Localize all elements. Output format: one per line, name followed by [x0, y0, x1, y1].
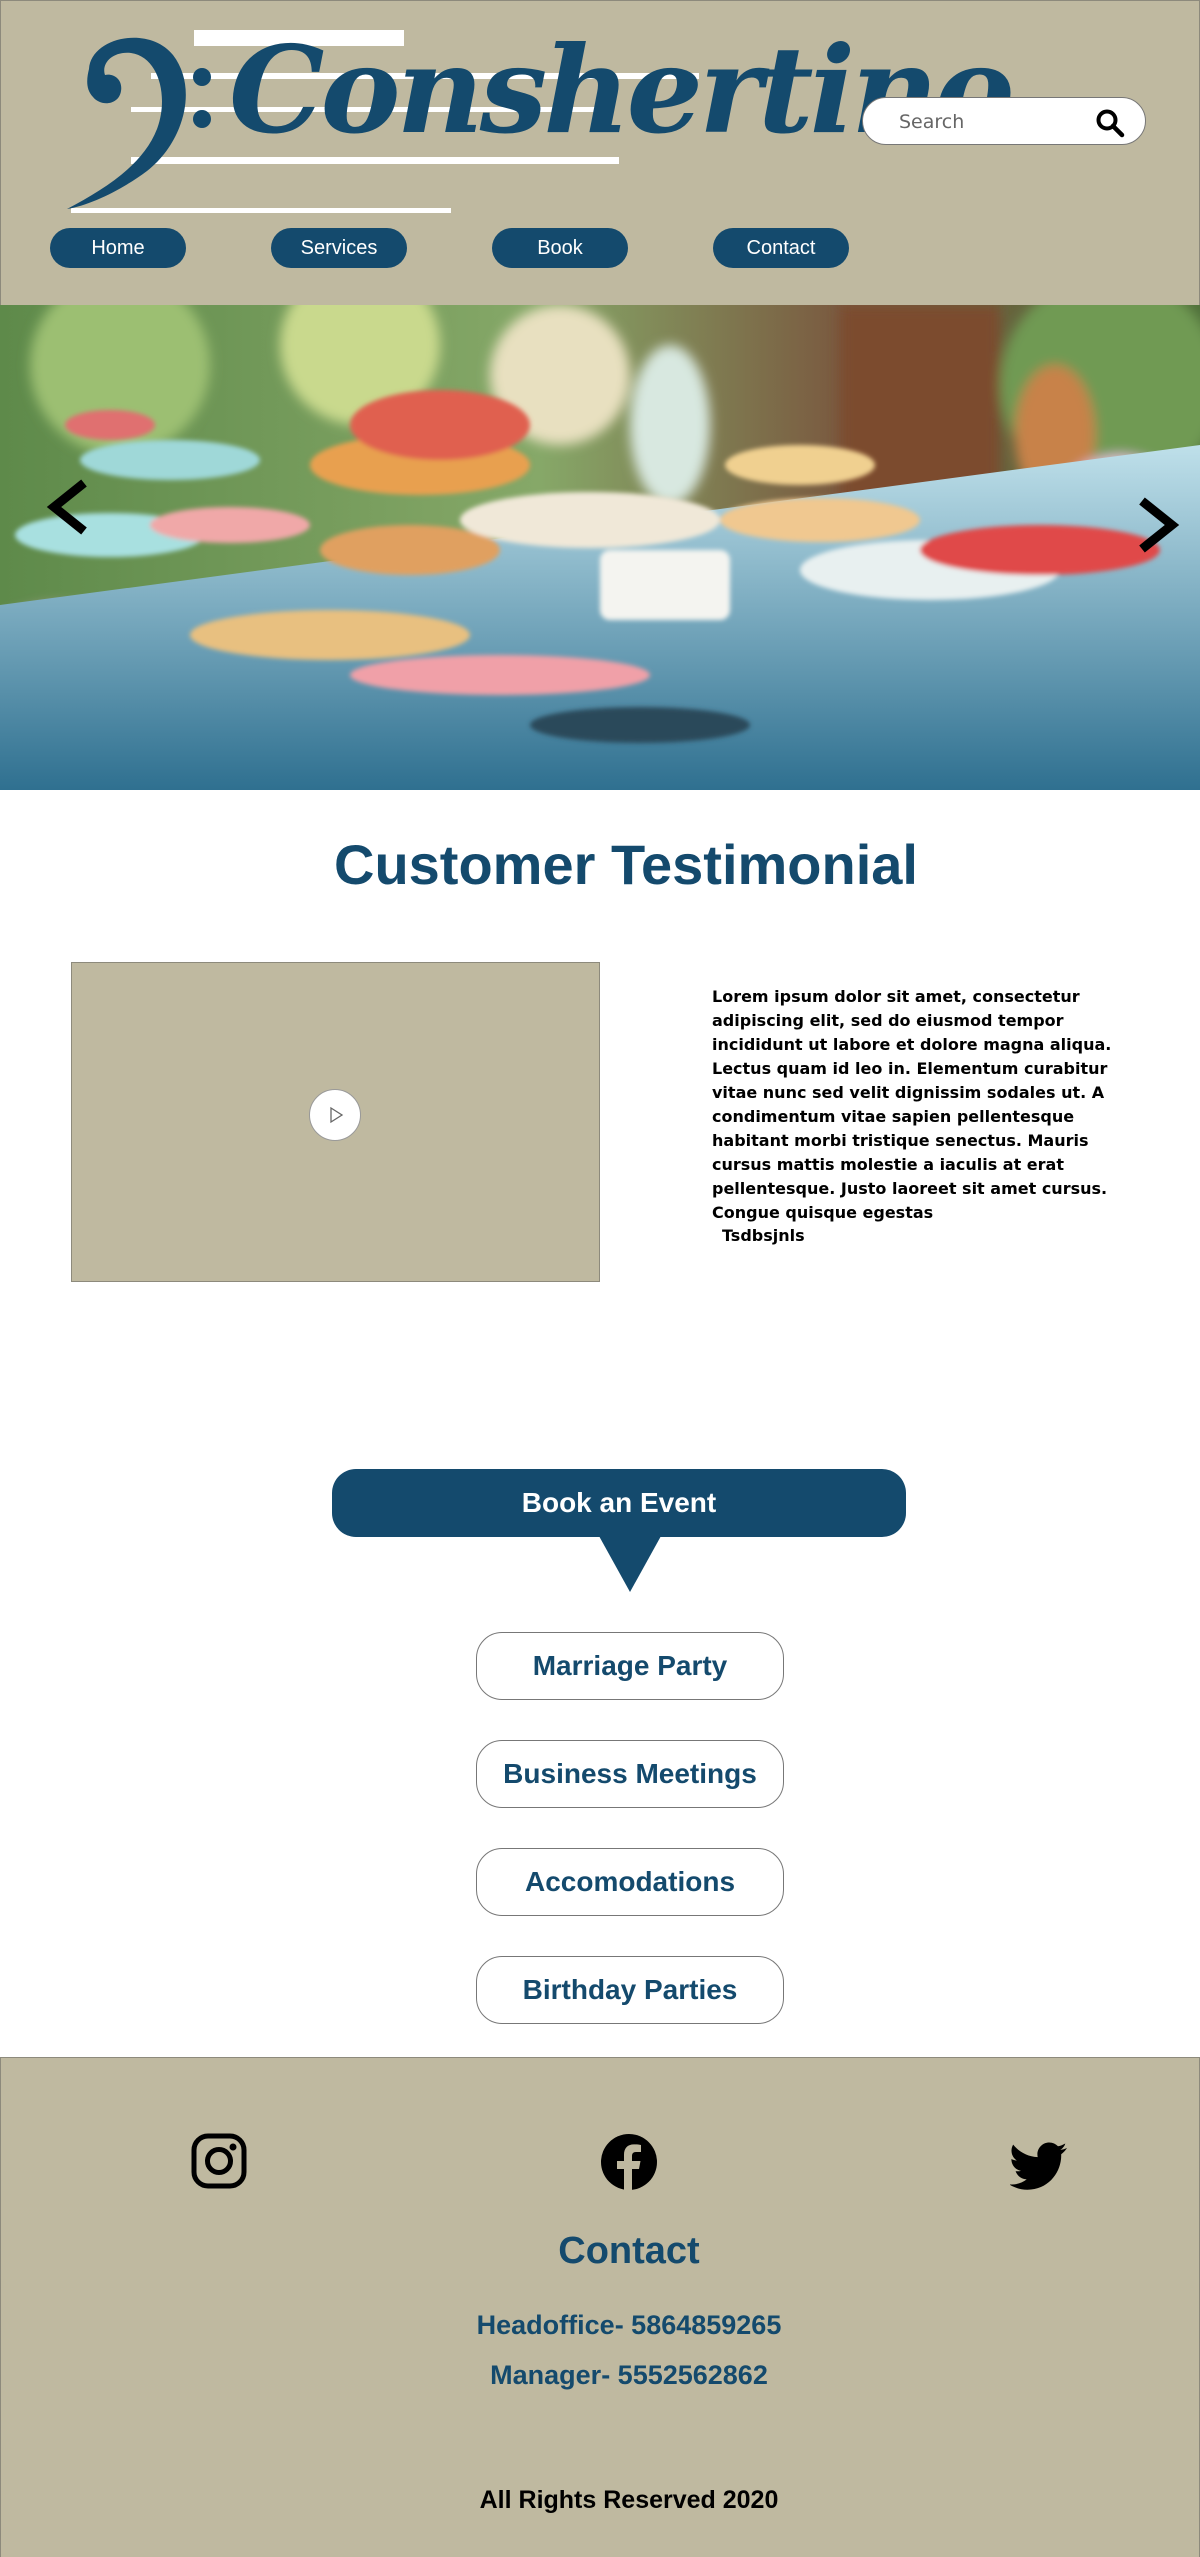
testimonial-video[interactable]: [71, 962, 600, 1282]
twitter-icon[interactable]: [1010, 2142, 1068, 2192]
instagram-icon[interactable]: [191, 2133, 247, 2189]
nav-services-button[interactable]: Services: [271, 228, 407, 268]
hero-carousel: [0, 305, 1200, 790]
event-accomodations-button[interactable]: Accomodations: [476, 1848, 784, 1916]
contact-title: Contact: [558, 2230, 700, 2272]
event-birthday-parties-button[interactable]: Birthday Parties: [476, 1956, 784, 2024]
carousel-prev-icon[interactable]: [44, 477, 94, 537]
facebook-icon[interactable]: [600, 2133, 658, 2191]
search-icon[interactable]: [1095, 108, 1125, 138]
manager-phone: Manager- 5552562862: [490, 2360, 768, 2390]
copyright: All Rights Reserved 2020: [479, 2486, 779, 2514]
logo[interactable]: Conshertino: [61, 21, 1014, 221]
carousel-next-icon[interactable]: [1132, 495, 1182, 555]
dropdown-pointer-icon: [599, 1536, 661, 1592]
site-footer: Contact Headoffice- 5864859265 Manager- …: [0, 2057, 1200, 2557]
search-input[interactable]: [897, 107, 1081, 137]
search-box[interactable]: [862, 97, 1146, 145]
testimonial-title: Customer Testimonial: [334, 833, 918, 896]
event-marriage-party-button[interactable]: Marriage Party: [476, 1632, 784, 1700]
hero-image: [0, 305, 1200, 790]
testimonial-text: Lorem ipsum dolor sit amet, consectetur …: [712, 987, 1112, 1222]
play-button[interactable]: [309, 1089, 361, 1141]
site-header: Conshertino Home Services Book Contact: [0, 0, 1200, 306]
headoffice-phone: Headoffice- 5864859265: [476, 2310, 782, 2340]
nav-home-button[interactable]: Home: [50, 228, 186, 268]
nav-book-button[interactable]: Book: [492, 228, 628, 268]
event-business-meetings-button[interactable]: Business Meetings: [476, 1740, 784, 1808]
nav-contact-button[interactable]: Contact: [713, 228, 849, 268]
play-icon: [330, 1106, 344, 1124]
testimonial-author: Tsdbsjnls: [722, 1226, 805, 1245]
book-event-button[interactable]: Book an Event: [332, 1469, 906, 1537]
